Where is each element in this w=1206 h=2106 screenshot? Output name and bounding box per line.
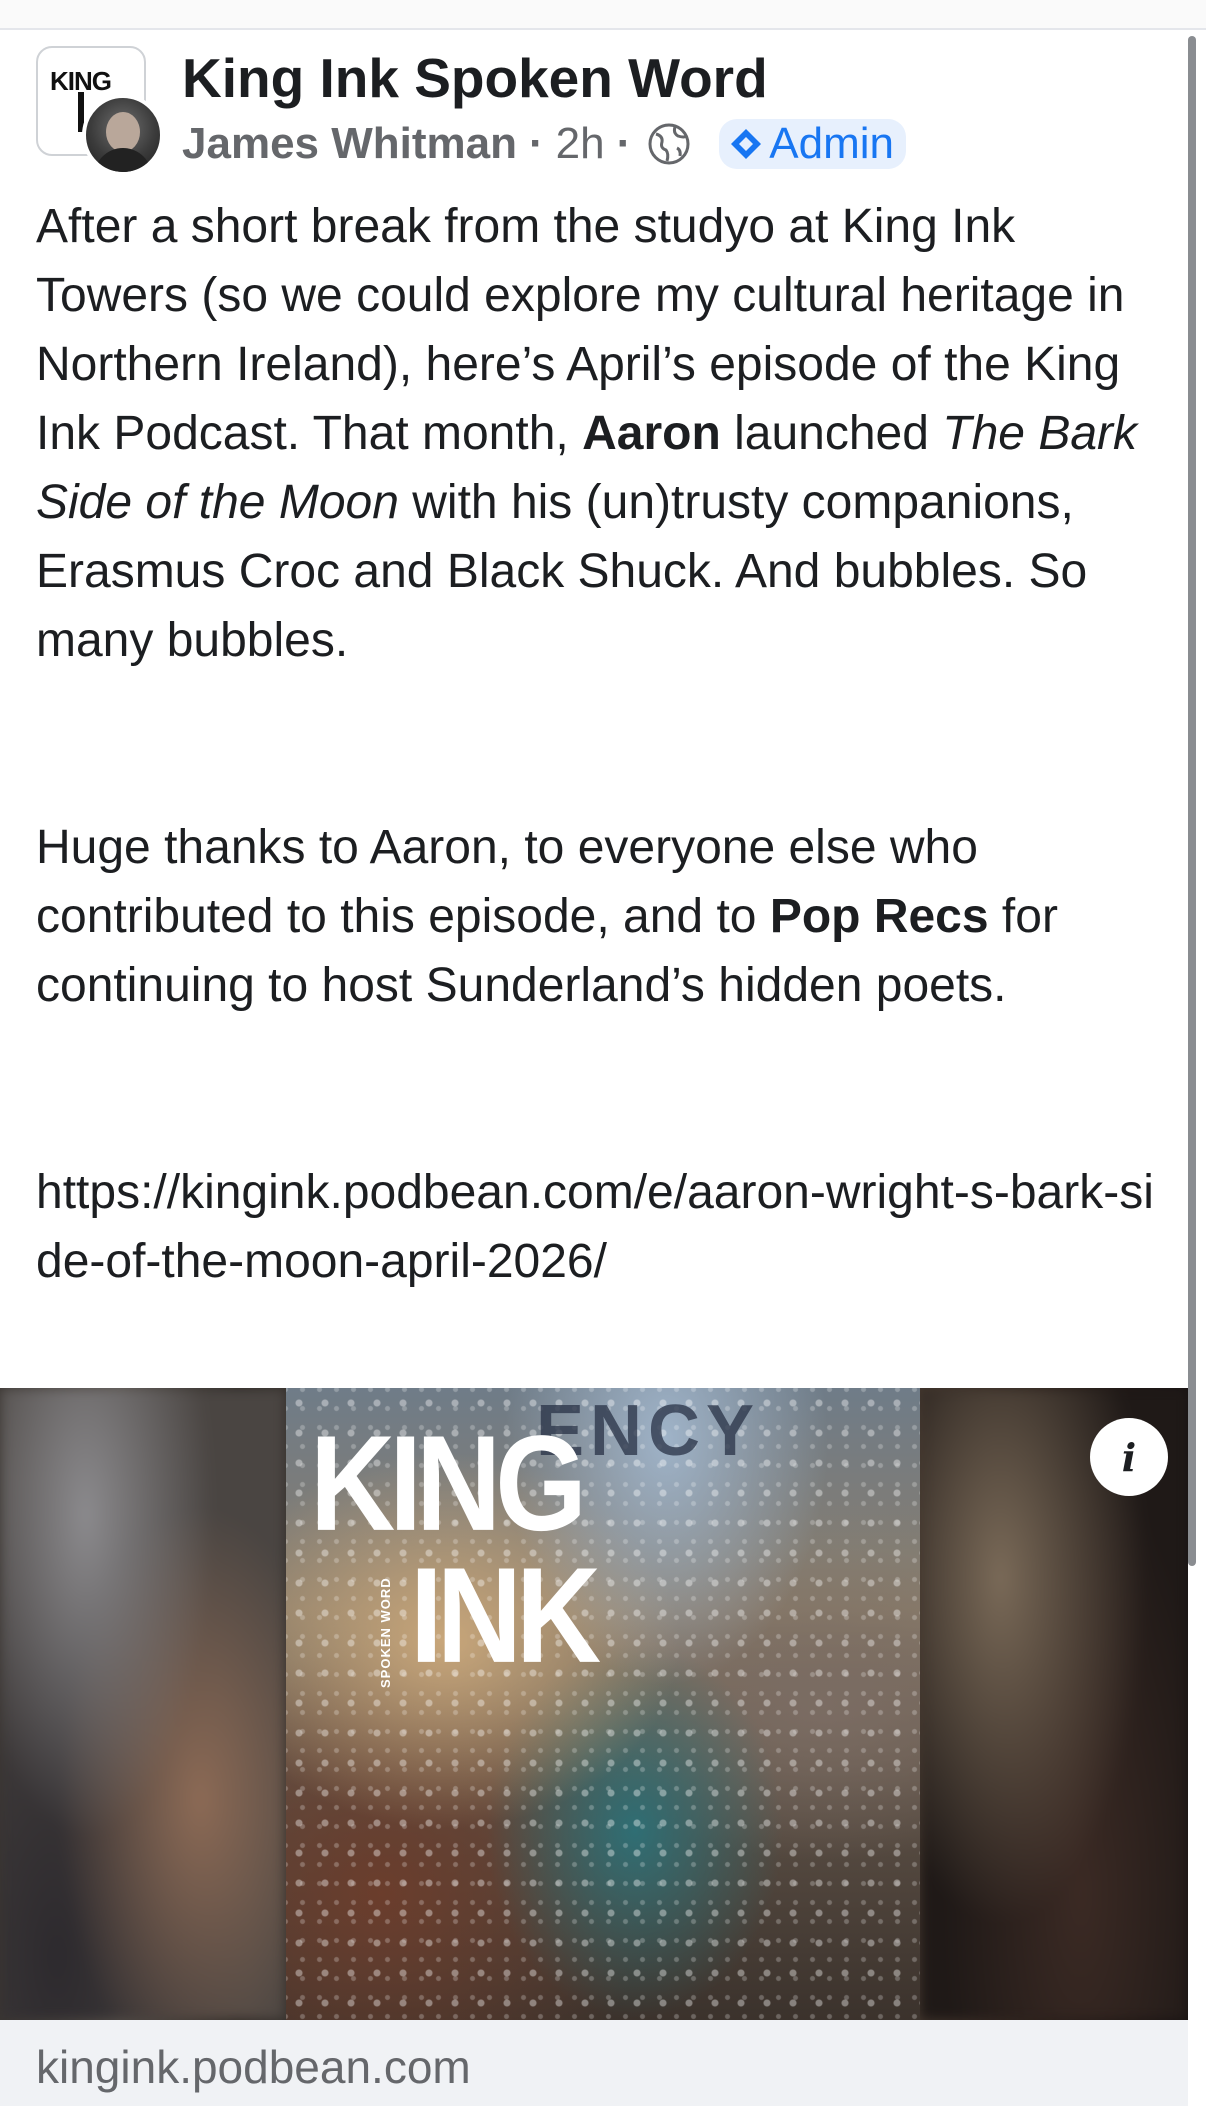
scrollbar[interactable] — [1188, 36, 1196, 1566]
author-avatar-face — [106, 112, 140, 152]
link-preview-domain: kingink.podbean.com — [36, 2041, 471, 2093]
poster-logo-king: KING — [310, 1407, 587, 1560]
post-timestamp[interactable]: 2h — [556, 119, 605, 169]
post-text-run: launched — [720, 407, 943, 460]
poster-logo-ink: INK — [410, 1539, 601, 1692]
post-header: KING King Ink Spoken Word James Whitman … — [36, 42, 1136, 176]
post-link[interactable]: https://kingink.podbean.com/e/aaron-wrig… — [36, 1158, 1176, 1296]
top-divider — [0, 0, 1206, 30]
poster-spoken-word: SPOKEN WORD — [378, 1577, 393, 1688]
mention-pop-recs[interactable]: Pop Recs — [770, 890, 989, 943]
admin-badge-label: Admin — [769, 119, 894, 168]
author-avatar-body — [94, 148, 152, 172]
post-body: After a short break from the studyo at K… — [36, 192, 1176, 1296]
globe-icon[interactable] — [647, 122, 691, 166]
post-paragraph-2: Huge thanks to Aaron, to everyone else w… — [36, 813, 1176, 1020]
page-name-link[interactable]: King Ink Spoken Word — [182, 46, 768, 110]
post-paragraph-1: After a short break from the studyo at K… — [36, 192, 1176, 675]
image-blur-left — [0, 1388, 286, 2020]
admin-diamond-icon — [731, 129, 762, 159]
meta-separator: · — [616, 119, 632, 168]
author-name-link[interactable]: James Whitman — [182, 119, 517, 169]
link-preview-footer[interactable]: kingink.podbean.com — [0, 2020, 1188, 2106]
admin-badge: Admin — [719, 119, 906, 169]
podcast-poster: ENCY KING INK SPOKEN WORD — [286, 1388, 920, 2020]
link-preview-image[interactable]: ENCY KING INK SPOKEN WORD i — [0, 1388, 1188, 2020]
meta-separator: · — [528, 119, 544, 168]
mention-aaron[interactable]: Aaron — [582, 407, 721, 460]
post-meta: James Whitman · 2h · Admin — [182, 114, 906, 174]
author-avatar[interactable] — [82, 94, 164, 176]
info-icon[interactable]: i — [1090, 1418, 1168, 1496]
